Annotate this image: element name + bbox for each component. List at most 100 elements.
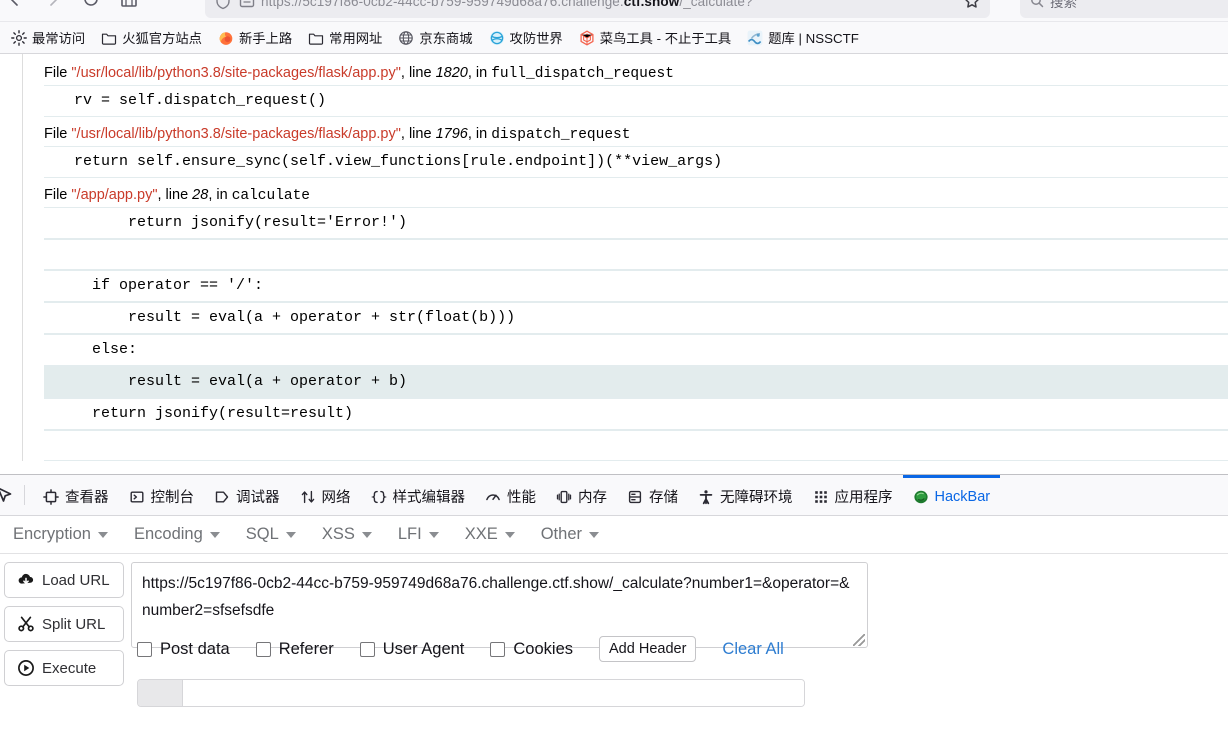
line-number: 1796 bbox=[435, 126, 468, 142]
checkbox-box[interactable] bbox=[255, 641, 271, 657]
checkbox-cookies[interactable]: Cookies bbox=[490, 640, 573, 659]
hackbar-menu-label: LFI bbox=[397, 525, 422, 543]
devtools-tab-performance[interactable]: 性能 bbox=[475, 475, 546, 515]
traceback-frame: File "/usr/local/lib/python3.8/site-pack… bbox=[44, 65, 1228, 117]
devtools-tab-network[interactable]: 网络 bbox=[290, 475, 361, 515]
reload-icon[interactable] bbox=[80, 0, 102, 10]
devtools-tab-label: 内存 bbox=[578, 490, 607, 506]
hackbar-menu-encryption[interactable]: Encryption bbox=[0, 525, 121, 544]
hackbar-bottom-field[interactable] bbox=[137, 679, 805, 707]
devtools-tab-style-editor[interactable]: 样式编辑器 bbox=[361, 475, 476, 515]
chevron-down-icon bbox=[428, 531, 439, 538]
checkbox-label: Post data bbox=[160, 639, 230, 658]
split-url-button[interactable]: Split URL bbox=[4, 606, 124, 642]
browser-nav-buttons bbox=[4, 0, 140, 10]
shield-icon[interactable] bbox=[213, 0, 233, 11]
devtools-tab-application[interactable]: 应用程序 bbox=[803, 475, 903, 515]
hackbar-menu-sql[interactable]: SQL bbox=[233, 525, 309, 544]
resize-grip-icon[interactable] bbox=[853, 634, 865, 646]
traceback-frame: File "/usr/local/lib/python3.8/site-pack… bbox=[44, 126, 1228, 178]
bookmark-item[interactable]: 攻防世界 bbox=[482, 25, 570, 50]
hackbar-options-row: Post data Referer User Agent Cookies Add Hea… bbox=[137, 636, 784, 662]
bookmark-item[interactable]: 菜鸟工具 - 不止于工具 bbox=[572, 25, 739, 50]
bookmark-item[interactable]: 火狐官方站点 bbox=[94, 25, 209, 50]
accessibility-icon bbox=[698, 489, 714, 505]
traceback-code-line: return self.ensure_sync(self.view_functi… bbox=[44, 146, 1228, 178]
line-label: , line bbox=[400, 65, 436, 81]
devtools-tab-storage[interactable]: 存储 bbox=[617, 475, 688, 515]
console-icon bbox=[129, 489, 145, 505]
devtools-tab-memory[interactable]: 内存 bbox=[546, 475, 617, 515]
bookmark-item[interactable]: 最常访问 bbox=[4, 25, 92, 50]
in-label: , in bbox=[467, 126, 492, 142]
chevron-down-icon bbox=[209, 531, 220, 538]
performance-icon bbox=[485, 489, 501, 505]
memory-icon bbox=[556, 489, 572, 505]
traceback-code-line: return jsonify(result=result) bbox=[44, 398, 1228, 430]
hackbar-menu-other[interactable]: Other bbox=[528, 525, 612, 544]
checkbox-post-data[interactable]: Post data bbox=[137, 640, 230, 659]
folder-icon bbox=[308, 30, 324, 46]
devtools-tab-console[interactable]: 控制台 bbox=[119, 475, 205, 515]
devtools-panel: 查看器 控制台 调试器 网络 样式编辑器 性能 内存 存储 无障碍环境 应用程序 HackBar E… bbox=[0, 474, 1228, 745]
file-path: "/app/app.py" bbox=[71, 187, 158, 203]
devtools-tab-accessibility[interactable]: 无障碍环境 bbox=[688, 475, 803, 515]
hackbar-url-value: https://5c197f86-0cb2-44cc-b759-959749d6… bbox=[142, 575, 850, 619]
chevron-down-icon bbox=[285, 531, 296, 538]
bookmark-item[interactable]: 新手上路 bbox=[211, 25, 299, 50]
checkbox-referer[interactable]: Referer bbox=[255, 640, 334, 659]
forward-icon[interactable] bbox=[42, 0, 64, 10]
hackbar-icon bbox=[913, 489, 929, 505]
devtools-tab-label: 网络 bbox=[321, 490, 351, 506]
devtools-tab-label: 存储 bbox=[649, 490, 678, 506]
button-label: Execute bbox=[42, 659, 97, 677]
storage-icon bbox=[627, 489, 643, 505]
bottom-field-input-segment[interactable] bbox=[183, 680, 804, 706]
traceback-code-line bbox=[44, 430, 1228, 461]
chevron-down-icon bbox=[589, 531, 599, 538]
execute-button[interactable]: Execute bbox=[4, 650, 124, 686]
checkbox-label: Cookies bbox=[513, 639, 574, 658]
address-bar[interactable]: https://5c197f86-0cb2-44cc-b759-959749d6… bbox=[205, 0, 990, 18]
traceback-code-line bbox=[44, 239, 1228, 270]
back-icon[interactable] bbox=[4, 0, 26, 10]
checkbox-box[interactable] bbox=[490, 641, 506, 657]
devtools-tab-label: HackBar bbox=[934, 488, 991, 505]
hackbar-menu-xss[interactable]: XSS bbox=[309, 525, 385, 544]
traceback-code-line-highlighted: result = eval(a + operator + b) bbox=[44, 366, 1228, 398]
hackbar-menu-lfi[interactable]: LFI bbox=[385, 525, 452, 544]
bookmark-label: 攻防世界 bbox=[509, 31, 563, 46]
function-name: dispatch_request bbox=[491, 127, 631, 143]
reader-mode-icon[interactable] bbox=[237, 0, 257, 11]
checkbox-label: User Agent bbox=[382, 639, 465, 658]
devtools-tab-label: 控制台 bbox=[150, 490, 195, 506]
bookmark-star-icon[interactable] bbox=[962, 0, 982, 11]
bookmarks-bar: 最常访问 火狐官方站点 新手上路 常用网址 京东商城 攻防世界 菜鸟工具 - 不止于工具 题库… bbox=[0, 22, 1228, 54]
checkbox-box[interactable] bbox=[359, 641, 375, 657]
line-label: , line bbox=[157, 187, 193, 203]
bookmark-item[interactable]: 常用网址 bbox=[301, 25, 389, 50]
inspector-icon bbox=[43, 488, 59, 505]
address-bar-url: https://5c197f86-0cb2-44cc-b759-959749d6… bbox=[261, 0, 753, 9]
add-header-button[interactable]: Add Header bbox=[599, 636, 697, 662]
devtools-tab-inspector[interactable]: 查看器 bbox=[33, 475, 119, 515]
hexagon-icon bbox=[579, 30, 595, 46]
bookmark-label: 题库 | NSSCTF bbox=[768, 31, 859, 46]
hackbar-menu-encoding[interactable]: Encoding bbox=[121, 525, 233, 544]
load-url-button[interactable]: Load URL bbox=[4, 562, 124, 598]
hackbar-menu-xxe[interactable]: XXE bbox=[452, 525, 528, 544]
search-bar[interactable]: 搜索 bbox=[1020, 0, 1228, 18]
clear-all-link[interactable]: Clear All bbox=[722, 640, 783, 659]
home-icon[interactable] bbox=[118, 0, 140, 10]
devtools-tab-debugger[interactable]: 调试器 bbox=[204, 475, 290, 515]
bookmark-item[interactable]: 题库 | NSSCTF bbox=[740, 25, 866, 50]
scissors-icon bbox=[17, 615, 35, 633]
bookmark-item[interactable]: 京东商城 bbox=[391, 25, 479, 50]
devtools-tab-label: 应用程序 bbox=[834, 490, 893, 506]
traceback-code-line: else: bbox=[44, 334, 1228, 366]
checkbox-user-agent[interactable]: User Agent bbox=[359, 639, 465, 659]
bookmark-label: 常用网址 bbox=[329, 31, 383, 46]
checkbox-box[interactable] bbox=[137, 641, 152, 657]
element-picker-icon[interactable] bbox=[0, 475, 16, 515]
devtools-tab-hackbar[interactable]: HackBar bbox=[902, 475, 1001, 515]
